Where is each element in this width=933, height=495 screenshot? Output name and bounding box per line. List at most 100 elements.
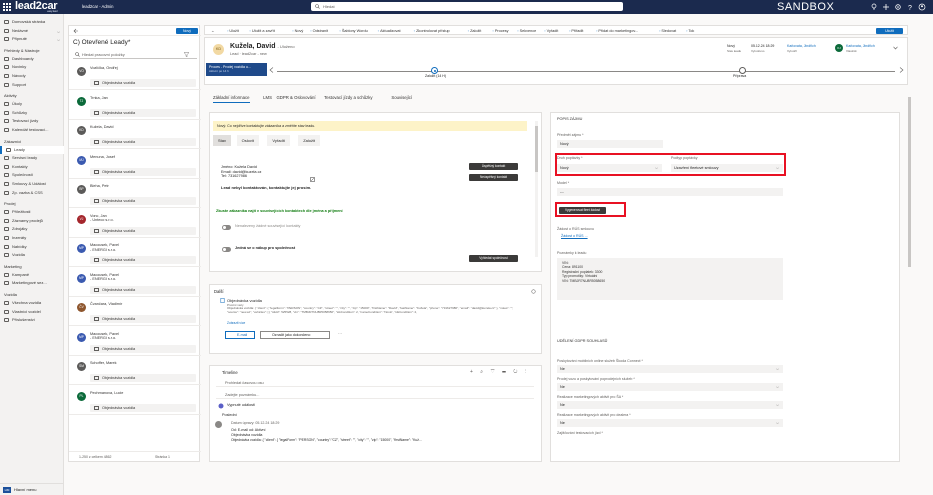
command-button[interactable]: ▫Šablony Wordu bbox=[340, 26, 368, 36]
recent-section[interactable]: Poslední bbox=[222, 413, 237, 417]
pinned-events[interactable]: Vypnuté události bbox=[227, 403, 255, 407]
nav-item[interactable]: Příslušenství bbox=[0, 316, 64, 324]
command-button[interactable]: ▫Odstranit bbox=[310, 26, 328, 36]
nav-item[interactable]: Domovská stránka bbox=[0, 18, 64, 26]
related-record[interactable]: Objednávka vozidla bbox=[90, 79, 196, 87]
global-search-input[interactable]: Hledat bbox=[311, 2, 623, 11]
related-record[interactable]: Objednávka vozidla bbox=[90, 256, 196, 264]
nav-item[interactable]: Novinky bbox=[0, 63, 64, 71]
nav-item[interactable]: Zp. vazba & CSS bbox=[0, 189, 64, 197]
success-contact-button[interactable]: Úspěšný kontakt bbox=[469, 163, 518, 170]
nav-item[interactable]: Všechna vozidla bbox=[0, 299, 64, 307]
more-options-icon[interactable]: ··· bbox=[338, 331, 342, 336]
related-record[interactable]: Objednávka vozidla bbox=[90, 226, 196, 235]
failed-contact-button[interactable]: Neúspěšný kontakt bbox=[469, 174, 518, 181]
consent-select[interactable]: Ne ⌵ bbox=[557, 383, 783, 391]
back-arrow-icon[interactable] bbox=[73, 28, 79, 34]
find-company-button[interactable]: Vyhledat společnost bbox=[469, 255, 518, 262]
nav-item[interactable]: Smlouvy & Událost bbox=[0, 180, 64, 188]
related-contacts-toggle[interactable] bbox=[222, 225, 231, 230]
command-button[interactable]: ▫Vyřadit bbox=[544, 26, 558, 36]
lead-list-row[interactable]: VJ Vonc, Jan - Unteco s.r.o. Objednávka voz… bbox=[69, 212, 201, 238]
nav-item[interactable]: Servisní leady bbox=[0, 154, 64, 162]
lightbulb-icon[interactable] bbox=[870, 3, 878, 11]
nav-item[interactable]: Testovací jízdy bbox=[0, 117, 64, 125]
app-launcher-icon[interactable] bbox=[3, 3, 11, 11]
lead-list-row[interactable]: SM Schoffer, Marek Objednávka vozidla bbox=[69, 359, 201, 385]
company-purchase-toggle[interactable] bbox=[222, 247, 231, 252]
command-button[interactable]: ▫Uložit bbox=[227, 26, 239, 36]
nav-item[interactable]: Nabídky bbox=[0, 243, 64, 251]
consent-select[interactable]: Ne ⌵ bbox=[557, 401, 783, 409]
gear-icon[interactable] bbox=[894, 3, 902, 11]
owner-field[interactable]: Kaňovata, Jindřich Vlastník bbox=[846, 44, 875, 53]
related-record[interactable]: Objednávka vozidla bbox=[90, 108, 196, 117]
related-record[interactable]: Objednávka vozidla bbox=[90, 403, 196, 412]
process-subtab[interactable]: Založit bbox=[298, 135, 321, 146]
command-button[interactable]: ▫Sledovat bbox=[659, 26, 676, 36]
record-tab[interactable]: GDPR & Oslovování bbox=[276, 95, 315, 100]
lead-list-row[interactable]: MP Macousek, Pavel - ENERGI s.r.o. Objednáv… bbox=[69, 271, 201, 297]
lead-list-row[interactable]: MP Macousek, Pavel - ENERGI s.r.o. Objednáv… bbox=[69, 330, 201, 356]
nav-item[interactable]: Úkoly bbox=[0, 100, 64, 108]
lead-list-row[interactable]: MJ Menuna, Josef Objednávka vozidla bbox=[69, 153, 201, 179]
list-search-input[interactable]: Hledat pracovní položky bbox=[73, 50, 197, 59]
command-button[interactable]: ▫Zkontrolovat přístup bbox=[414, 26, 450, 36]
nav-item[interactable]: Návody bbox=[0, 72, 64, 80]
process-subtab[interactable]: Stav bbox=[213, 135, 233, 146]
email-button[interactable]: E-mail bbox=[225, 331, 255, 339]
consent-select[interactable]: Ne ⌵ bbox=[557, 365, 783, 373]
command-button[interactable]: ▫Tok bbox=[686, 26, 694, 36]
command-button[interactable]: ▫Založit bbox=[468, 26, 482, 36]
lead-list-row[interactable]: KD Kuželа, David Objednávka vozidla bbox=[69, 123, 201, 149]
nav-item[interactable]: Příležitosti bbox=[0, 208, 64, 216]
lead-list-row[interactable]: ČV Čvančara, Vladimír Objednávka vozidla bbox=[69, 300, 201, 326]
back-button[interactable]: ← bbox=[211, 26, 215, 36]
chevron-down-icon[interactable]: ⌵ bbox=[57, 36, 60, 43]
show-more-link[interactable]: Zobrazit více bbox=[227, 321, 245, 325]
app-logo[interactable]: lead2car easy lead bbox=[15, 0, 58, 14]
chevron-left-icon[interactable] bbox=[269, 67, 274, 73]
lead-list-row[interactable]: VO Vozlíčka, Ondřej Objednávka vozidla bbox=[69, 64, 201, 90]
rus-lookup[interactable]: Žádost o RÚS ... bbox=[561, 234, 588, 238]
lead-list-row[interactable]: BP Bleha, Petr Objednávka vozidla bbox=[69, 182, 201, 208]
nav-item[interactable]: Vlastníci vozidel bbox=[0, 308, 64, 316]
command-button[interactable]: ▫Přidat do marketingov... bbox=[596, 26, 638, 36]
lead-list-row[interactable]: MP Macousek, Pavel - ENERGI s.r.o. Objednáv… bbox=[69, 241, 201, 267]
nav-item[interactable]: Kampaně bbox=[0, 271, 64, 279]
stage-founded-dot[interactable] bbox=[431, 67, 438, 74]
nav-item[interactable]: Marketingové sez... bbox=[0, 279, 64, 287]
process-subtab[interactable]: Vyřadit bbox=[267, 135, 291, 146]
nav-item[interactable]: Vozidla bbox=[0, 251, 64, 259]
lead-list-row[interactable]: PL Pechmanova, Lucie Objednávka vozidla bbox=[69, 389, 201, 415]
command-button[interactable]: ▫Přiřadit bbox=[569, 26, 583, 36]
nav-item[interactable]: Schůzky bbox=[0, 109, 64, 117]
model-field[interactable]: --- bbox=[557, 188, 783, 196]
nav-item[interactable]: Kalendář testovací... bbox=[0, 126, 64, 134]
nav-item[interactable]: Support bbox=[0, 81, 64, 89]
timeline-search-input[interactable]: Prohledat časovou osu bbox=[216, 379, 534, 387]
area-switcher[interactable]: HM Hlavní menu bbox=[0, 483, 64, 495]
user-icon[interactable] bbox=[918, 3, 926, 11]
related-record[interactable]: Objednávka vozidla bbox=[90, 285, 196, 294]
chevron-down-icon[interactable]: ⌵ bbox=[57, 28, 60, 35]
nav-item[interactable]: Kontakty bbox=[0, 163, 64, 171]
nav-item[interactable]: Společnosti bbox=[0, 171, 64, 179]
notes-field[interactable]: VIN: Cena: 891100 Registrační poplatek: 33… bbox=[557, 258, 783, 300]
process-subtab[interactable]: Oslovit bbox=[236, 135, 260, 146]
save-primary-button[interactable]: Uložit bbox=[876, 28, 903, 34]
process-stage-selector[interactable]: Proces - Prodej vozidla u... Aktivní po 1… bbox=[206, 63, 267, 76]
mark-done-button[interactable]: Označit jako dokončeno bbox=[260, 331, 330, 339]
record-tab[interactable]: Související bbox=[391, 95, 412, 100]
related-record[interactable]: Objednávka vozidla bbox=[90, 374, 196, 382]
record-tab[interactable]: Testovací jízdy a schůzky bbox=[324, 95, 372, 100]
timeline-actions[interactable]: + ⌕ ▽ ☰ ↻ ⋮ bbox=[470, 369, 529, 375]
nav-item[interactable]: Záznamy prodejů bbox=[0, 217, 64, 225]
command-button[interactable]: ▫Uložit a zavřít bbox=[250, 26, 275, 36]
view-selector[interactable]: C) Otevřené Leady* bbox=[73, 39, 130, 46]
nav-item[interactable]: Zdrojáky bbox=[0, 225, 64, 233]
related-record[interactable]: Objednávka vozidla bbox=[90, 315, 196, 323]
page-scrollbar[interactable] bbox=[908, 97, 911, 267]
command-button[interactable]: ▫Sekvence bbox=[517, 26, 536, 36]
consent-select[interactable]: Ne ⌵ bbox=[557, 419, 783, 427]
